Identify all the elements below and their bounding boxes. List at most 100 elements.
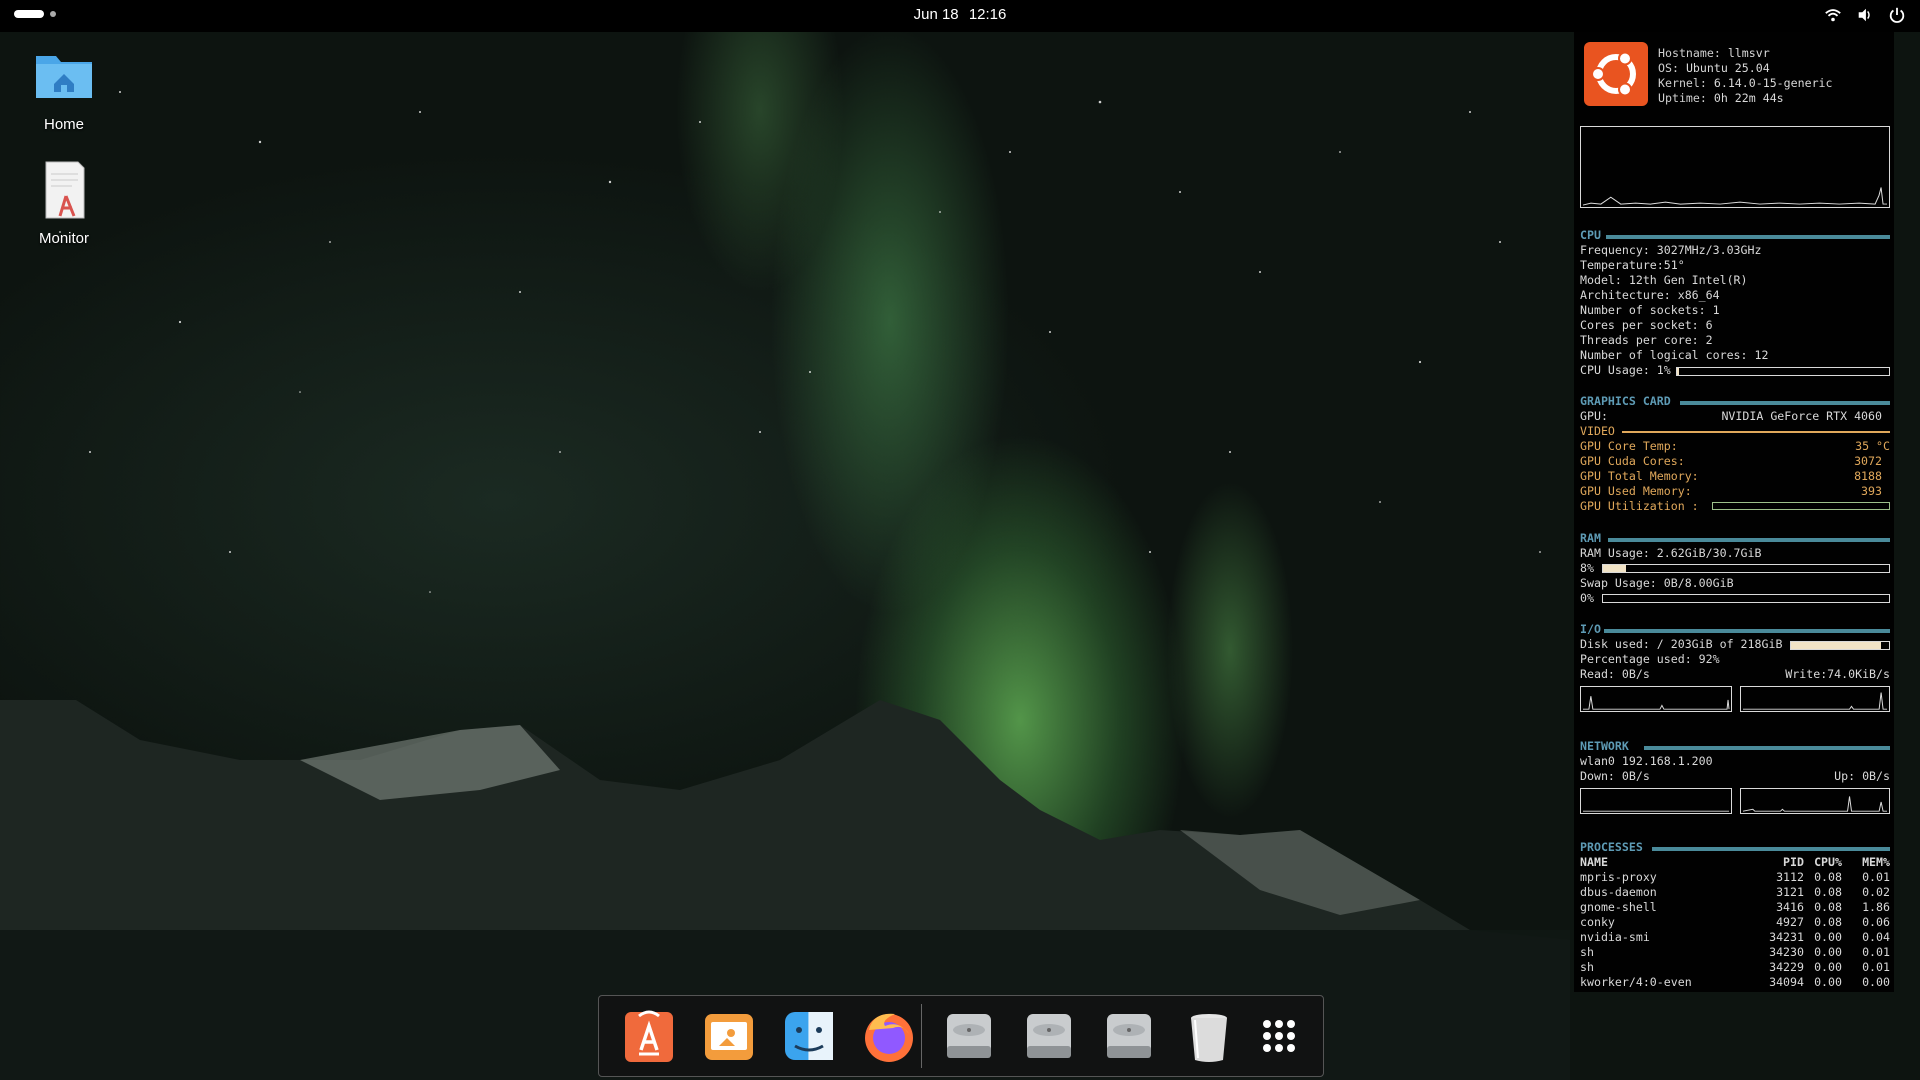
clock-time[interactable]: 12:16 [969,6,1007,23]
gpu-utilization-bar [1712,502,1890,510]
drive-icon[interactable] [939,1006,999,1066]
process-cpu: 0.00 [1814,930,1842,944]
process-pid: 34229 [1769,960,1804,974]
folder-home-icon [36,56,92,98]
process-name: mpris-proxy [1580,870,1657,884]
volume-icon[interactable] [1856,6,1874,24]
process-mem: 0.06 [1862,915,1890,929]
cpu-section-title: CPU [1580,228,1601,242]
dock-separator [921,1004,922,1068]
io-rates-row: Read: 0B/s Write:74.0KiB/s [1580,667,1890,682]
process-pid: 34094 [1769,975,1804,989]
process-pid: 4927 [1776,915,1804,929]
network-section-title: NETWORK [1580,739,1629,753]
cpu-model: Model: 12th Gen Intel(R) [1580,273,1748,287]
video-title: VIDEO [1580,424,1615,438]
gpu-row-value: 3072 [1854,454,1882,468]
gpu-row-value: 35 °C [1855,439,1890,453]
disk-usage-bar [1790,641,1890,650]
ram-section-title: RAM [1580,531,1601,545]
gpu-row-label: GPU Total Memory: [1580,469,1699,483]
uptime-label: Uptime: [1658,91,1707,105]
cpu-temperature: Temperature:51° [1580,258,1685,272]
finder-icon[interactable] [779,1006,839,1066]
gpu-name-row: GPU: NVIDIA GeForce RTX 4060 [1580,409,1890,424]
gpu-section-title: GRAPHICS CARD [1580,394,1671,408]
os-value: Ubuntu 25.04 [1685,61,1770,75]
process-cpu: 0.08 [1814,885,1842,899]
presentation-icon[interactable] [699,1006,759,1066]
gpu-label: GPU: [1580,409,1608,423]
ram-usage: RAM Usage: 2.62GiB/30.7GiB [1580,546,1762,560]
cpu-threads: Threads per core: 2 [1580,333,1713,347]
process-name: sh [1580,945,1594,959]
process-name: kworker/4:0-even [1580,975,1692,989]
gpu-name: NVIDIA GeForce RTX 4060 [1721,409,1882,423]
process-column-header: PID [1783,855,1804,869]
monitor-script-icon [45,161,85,219]
os-row: OS: Ubuntu 25.04 [1658,61,1920,76]
drive-icon[interactable] [1099,1006,1159,1066]
process-mem: 0.01 [1862,870,1890,884]
video-title-row: VIDEO [1580,424,1890,439]
clock[interactable]: Jun 18 12:16 [0,0,1920,30]
cpu-logical-cores: Number of logical cores: 12 [1580,348,1769,362]
gpu-row-label: GPU Core Temp: [1580,439,1678,453]
process-mem: 0.00 [1862,975,1890,989]
process-mem: 1.86 [1862,900,1890,914]
process-column-header: MEM% [1862,855,1890,869]
ram-usage-bar [1602,564,1890,573]
disk-read: Read: 0B/s [1580,667,1650,681]
desktop-icon-monitor[interactable]: Monitor [14,158,114,247]
process-pid: 3112 [1776,870,1804,884]
gpu-used-memory-row: GPU Used Memory: 393 [1580,484,1890,499]
wallpaper-stars [59,91,1541,593]
firefox-icon[interactable] [859,1006,919,1066]
kernel-row: Kernel: 6.14.0-15-generic [1658,76,1920,91]
network-down: Down: 0B/s [1580,769,1650,783]
wifi-icon[interactable] [1824,6,1842,24]
network-interface: wlan0 192.168.1.200 [1580,754,1713,768]
process-cpu: 0.08 [1814,915,1842,929]
trash-icon[interactable] [1179,1006,1239,1066]
io-section-title: I/O [1580,622,1601,636]
top-bar: Jun 18 12:16 [0,0,1920,32]
io-section-header: I/O [1580,622,1890,637]
kernel-label: Kernel: [1658,76,1707,90]
disk-usage-bar-fill [1791,642,1882,649]
power-icon[interactable] [1888,6,1906,24]
swap-usage: Swap Usage: 0B/8.00GiB [1580,576,1734,590]
cpu-cores: Cores per socket: 6 [1580,318,1713,332]
process-mem: 0.02 [1862,885,1890,899]
swap-usage-bar [1602,594,1890,603]
network-up: Up: 0B/s [1834,769,1890,783]
cpu-section-header: CPU [1580,228,1890,243]
process-cpu: 0.08 [1814,900,1842,914]
hostname-label: Hostname: [1658,46,1721,60]
cpu-frequency: Frequency: 3027MHz/3.03GHz [1580,243,1762,257]
hostname-row: Hostname: llmsvr [1658,46,1920,61]
disk-write-graph [1740,686,1890,712]
process-mem: 0.04 [1862,930,1890,944]
processes-section-title: PROCESSES [1580,840,1643,854]
desktop-icon-label: Monitor [38,230,90,247]
network-down-graph [1580,788,1732,814]
app-grid-icon[interactable] [1249,1006,1309,1066]
dock [598,995,1324,1077]
desktop-icon-home[interactable]: Home [14,44,114,133]
uptime-value: 0h 22m 44s [1713,91,1784,105]
desktop-icon-label: Home [43,116,84,133]
drive-icon[interactable] [1019,1006,1079,1066]
process-name: dbus-daemon [1580,885,1657,899]
cpu-usage-bar [1676,367,1890,376]
system-tray[interactable] [1824,6,1906,24]
network-up-graph [1740,788,1890,814]
clock-date[interactable]: Jun 18 [914,6,959,23]
app-store-icon[interactable] [619,1006,679,1066]
process-pid: 3121 [1776,885,1804,899]
uptime-row: Uptime: 0h 22m 44s [1658,91,1920,106]
cpu-sockets: Number of sockets: 1 [1580,303,1720,317]
ram-usage-bar-fill [1603,565,1626,572]
process-name: nvidia-smi [1580,930,1650,944]
process-cpu: 0.08 [1814,870,1842,884]
